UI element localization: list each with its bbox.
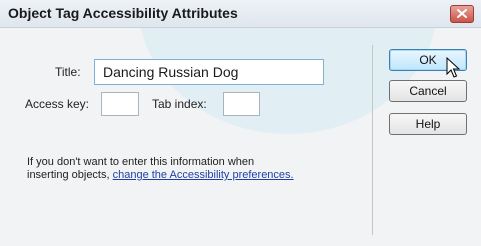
help-button[interactable]: Help	[389, 113, 467, 135]
title-bar[interactable]: Object Tag Accessibility Attributes	[0, 0, 481, 28]
accessibility-dialog: Object Tag Accessibility Attributes Titl…	[0, 0, 481, 246]
info-line-2-prefix: inserting objects,	[27, 169, 113, 181]
tab-index-label: Tab index:	[152, 97, 207, 111]
title-input[interactable]: Dancing Russian Dog	[94, 59, 324, 85]
info-line-1: If you don't want to enter this informat…	[27, 156, 255, 168]
title-label: Title:	[55, 65, 81, 79]
access-key-label: Access key:	[25, 97, 90, 111]
mouse-pointer-icon	[446, 57, 460, 78]
info-line-2: inserting objects, change the Accessibil…	[27, 169, 294, 182]
access-key-input[interactable]	[101, 92, 139, 116]
cancel-button[interactable]: Cancel	[389, 80, 467, 102]
vertical-divider	[372, 45, 373, 235]
tab-index-input[interactable]	[223, 92, 260, 116]
dialog-title: Object Tag Accessibility Attributes	[8, 5, 238, 21]
close-button[interactable]	[450, 5, 474, 23]
accessibility-preferences-link[interactable]: change the Accessibility preferences.	[113, 169, 294, 181]
info-text: If you don't want to enter this informat…	[27, 156, 294, 182]
close-icon	[457, 9, 467, 18]
